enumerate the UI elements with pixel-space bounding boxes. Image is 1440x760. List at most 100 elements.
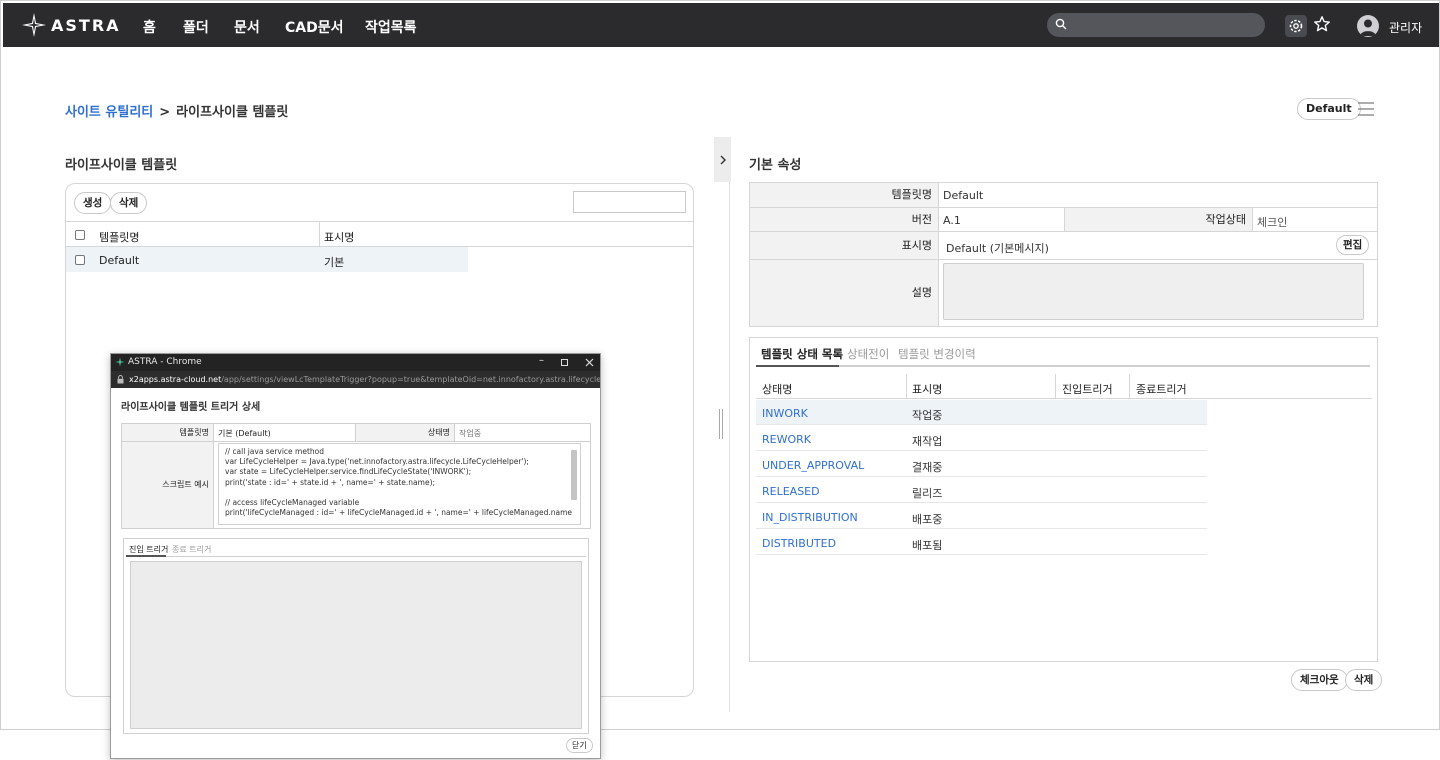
settings-button[interactable] <box>1285 15 1307 37</box>
delete-button[interactable]: 삭제 <box>110 192 148 214</box>
panel-splitter[interactable] <box>729 137 730 712</box>
state-table-header: 상태명 표시명 진입트리거 종료트리거 <box>756 374 1372 399</box>
state-name-link[interactable]: UNDER_APPROVAL <box>762 459 864 472</box>
select-all-checkbox[interactable] <box>75 230 85 240</box>
popup-window-title: ASTRA - Chrome <box>128 357 202 367</box>
global-search-input[interactable] <box>1047 13 1265 37</box>
gear-icon <box>1289 19 1303 33</box>
astra-logo[interactable]: ASTRA <box>21 12 121 38</box>
state-tabs-panel: 템플릿 상태 목록 상태전이 템플릿 변경이력 상태명 표시명 진입트리거 종료… <box>749 337 1378 662</box>
prop-label-description: 설명 <box>750 260 939 326</box>
hamburger-menu-icon[interactable] <box>1357 101 1375 117</box>
popup-template-value: 기본 (Default) <box>218 429 271 438</box>
column-header-display-name: 표시명 <box>324 231 355 244</box>
table-row[interactable]: DISTRIBUTED 배포됨 <box>756 530 1207 555</box>
column-header-entry-trigger: 진입트리거 <box>1062 383 1113 396</box>
popup-title-bar: ASTRA - Chrome – <box>111 354 600 371</box>
collapse-panel-button[interactable] <box>714 137 731 182</box>
popup-state-value: 작업중 <box>459 429 482 438</box>
favorites-star-icon[interactable] <box>1313 15 1331 33</box>
profile-default-button[interactable]: Default <box>1297 98 1361 120</box>
url-host: x2apps.astra-cloud.net <box>129 375 222 384</box>
prop-label-version: 버전 <box>750 208 939 231</box>
maximize-icon[interactable] <box>561 359 568 366</box>
table-row[interactable]: IN_DISTRIBUTION 배포중 <box>756 504 1207 529</box>
user-name[interactable]: 관리자 <box>1389 19 1422 36</box>
trigger-detail-popup-window: ASTRA - Chrome – x2apps.astra-cloud.net/… <box>110 353 601 759</box>
row-checkbox[interactable] <box>75 255 85 265</box>
trigger-script-textarea[interactable] <box>130 561 582 729</box>
prop-value-version: A.1 <box>943 214 961 227</box>
breadcrumb-parent[interactable]: 사이트 유틸리티 <box>65 105 153 120</box>
popup-close-button[interactable]: 닫기 <box>566 738 593 753</box>
astra-star-icon <box>22 13 46 37</box>
search-icon <box>1055 18 1067 30</box>
tab-state-transitions[interactable]: 상태전이 <box>847 346 889 362</box>
tab-template-states[interactable]: 템플릿 상태 목록 <box>761 346 843 362</box>
state-display-name: 배포됨 <box>912 539 943 552</box>
breadcrumb: 사이트 유틸리티 > 라이프사이클 템플릿 <box>65 101 288 120</box>
state-display-name: 릴리즈 <box>912 487 943 500</box>
nav-cad-document[interactable]: CAD문서 <box>285 17 344 37</box>
lock-icon <box>117 375 124 384</box>
state-name-link[interactable]: INWORK <box>762 407 808 420</box>
table-row[interactable]: Default 기본 <box>66 247 468 272</box>
tab-underline <box>756 365 1370 367</box>
column-header-exit-trigger: 종료트리거 <box>1136 383 1187 396</box>
popup-tab-underline <box>126 556 586 557</box>
breadcrumb-current: 라이프사이클 템플릿 <box>176 105 289 120</box>
description-textarea[interactable] <box>943 263 1364 320</box>
state-display-name: 배포중 <box>912 513 943 526</box>
column-divider <box>1055 374 1056 398</box>
column-header-state-name: 상태명 <box>762 383 793 396</box>
prop-row-template-name: 템플릿명 Default <box>750 183 1377 208</box>
user-avatar[interactable] <box>1357 15 1379 37</box>
splitter-grip-handle[interactable] <box>719 409 723 439</box>
code-scrollbar[interactable] <box>571 450 577 500</box>
table-row[interactable]: INWORK 작업중 <box>756 400 1207 425</box>
popup-template-label: 템플릿명 <box>122 424 214 441</box>
nav-worklist[interactable]: 작업목록 <box>365 17 417 37</box>
trigger-info-row: 템플릿명 기본 (Default) 상태명 작업중 <box>122 424 590 442</box>
prop-label-work-state: 작업상태 <box>1064 208 1253 231</box>
state-name-link[interactable]: DISTRIBUTED <box>762 537 836 550</box>
left-section-title: 라이프사이클 템플릿 <box>65 158 178 173</box>
create-button[interactable]: 생성 <box>74 192 112 214</box>
nav-document[interactable]: 문서 <box>234 17 260 37</box>
nav-folder[interactable]: 폴더 <box>183 17 209 37</box>
prop-value-template-name: Default <box>943 189 984 202</box>
prop-value-work-state: 체크인 <box>1257 216 1288 229</box>
prop-value-display: Default (기본메시지) <box>946 242 1049 255</box>
prop-row-version: 버전 A.1 작업상태 체크인 <box>750 208 1377 232</box>
tab-template-history[interactable]: 템플릿 변경이력 <box>898 346 976 362</box>
close-icon[interactable] <box>585 358 594 367</box>
state-name-link[interactable]: REWORK <box>762 433 811 446</box>
url-path: /app/settings/viewLcTemplateTrigger?popu… <box>221 375 600 384</box>
nav-home[interactable]: 홈 <box>143 17 156 37</box>
breadcrumb-separator: > <box>159 105 171 120</box>
template-table-header: 템플릿명 표시명 <box>66 221 694 247</box>
prop-label-display: 표시명 <box>750 232 939 259</box>
state-name-link[interactable]: IN_DISTRIBUTION <box>762 511 858 524</box>
template-filter-input[interactable] <box>573 191 686 213</box>
state-name-link[interactable]: RELEASED <box>762 485 820 498</box>
checkout-button[interactable]: 체크아웃 <box>1291 669 1348 691</box>
popup-heading: 라이프사이클 템플릿 트리거 상세 <box>121 402 261 413</box>
table-row[interactable]: RELEASED 릴리즈 <box>756 478 1207 503</box>
popup-url-bar[interactable]: x2apps.astra-cloud.net/app/settings/view… <box>111 371 600 388</box>
tab-entry-trigger[interactable]: 진입 트리거 <box>129 544 168 555</box>
tab-exit-trigger[interactable]: 종료 트리거 <box>172 544 211 555</box>
row-display-name: 기본 <box>324 256 345 269</box>
popup-trigger-tabs: 진입 트리거 종료 트리거 <box>123 538 589 734</box>
user-icon <box>1360 19 1376 36</box>
tab-active-indicator <box>756 365 839 367</box>
edit-button[interactable]: 편집 <box>1336 235 1370 255</box>
table-row[interactable]: REWORK 재작업 <box>756 426 1207 451</box>
delete-template-button[interactable]: 삭제 <box>1345 669 1383 691</box>
minimize-icon[interactable]: – <box>539 355 544 366</box>
popup-script-label: 스크립트 예시 <box>122 442 214 528</box>
table-row[interactable]: UNDER_APPROVAL 결재중 <box>756 452 1207 477</box>
right-section-title: 기본 속성 <box>749 158 802 173</box>
column-header-display-name: 표시명 <box>912 383 943 396</box>
script-code-editor[interactable]: // call java service method var LifeCycl… <box>218 443 581 525</box>
